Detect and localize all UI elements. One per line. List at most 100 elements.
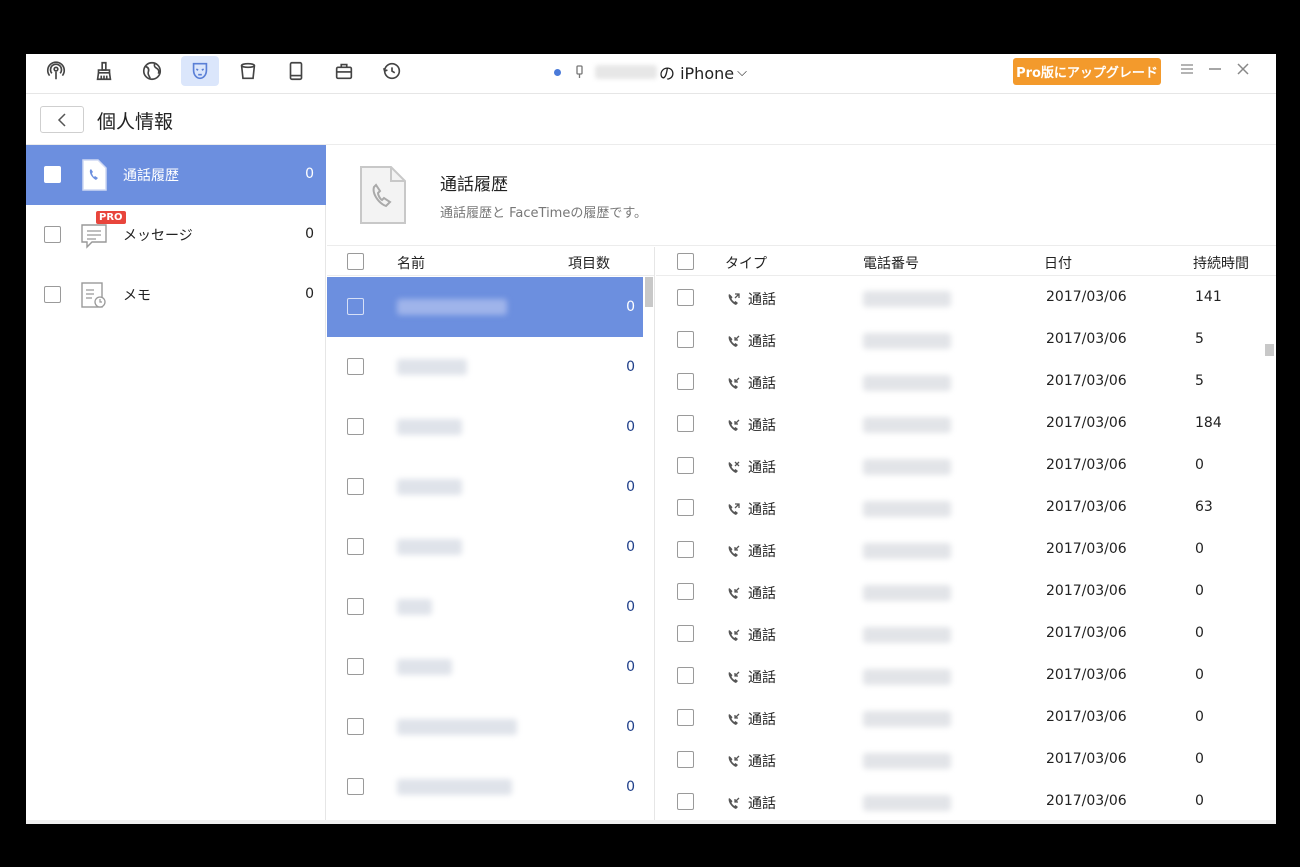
sidebar-item-label: メモ [123, 288, 151, 304]
contact-row[interactable]: 0 [327, 637, 643, 697]
checkbox[interactable] [44, 166, 61, 183]
call-duration: 0 [1195, 751, 1204, 767]
globe-icon[interactable] [133, 56, 171, 86]
checkbox[interactable] [347, 478, 364, 495]
contact-row[interactable]: 0 [327, 457, 643, 517]
contact-row[interactable]: 0 [327, 337, 643, 397]
checkbox[interactable] [677, 289, 694, 306]
checkbox[interactable] [347, 718, 364, 735]
checkbox[interactable] [347, 658, 364, 675]
column-header-date[interactable]: 日付 [1044, 253, 1072, 273]
call-row[interactable]: 通話 2017/03/06 0 [656, 781, 1266, 823]
call-duration: 5 [1195, 373, 1204, 389]
call-duration: 63 [1195, 499, 1213, 515]
call-row[interactable]: 通話 2017/03/06 141 [656, 277, 1266, 319]
checkbox[interactable] [677, 499, 694, 516]
checkbox[interactable] [677, 793, 694, 810]
contact-list-header: 名前 項目数 [327, 247, 654, 276]
scrollbar[interactable] [1265, 344, 1274, 356]
call-type: 通話 [726, 625, 776, 645]
checkbox[interactable] [677, 709, 694, 726]
contact-row[interactable]: 0 [327, 397, 643, 457]
page-title: 個人情報 [97, 111, 174, 133]
window-bottom-edge [26, 820, 1276, 824]
history-icon[interactable] [373, 56, 411, 86]
contact-row[interactable]: 0 [327, 577, 643, 637]
privacy-mask-icon[interactable] [181, 56, 219, 86]
call-duration: 0 [1195, 583, 1204, 599]
checkbox[interactable] [677, 667, 694, 684]
phone-number-redacted [863, 585, 951, 601]
scrollbar[interactable] [645, 277, 653, 307]
checkbox[interactable] [677, 457, 694, 474]
call-row[interactable]: 通話 2017/03/06 5 [656, 319, 1266, 361]
contact-row[interactable]: 0 [327, 517, 643, 577]
call-row[interactable]: 通話 2017/03/06 0 [656, 529, 1266, 571]
call-row[interactable]: 通話 2017/03/06 0 [656, 739, 1266, 781]
incoming-call-icon [728, 335, 740, 347]
call-row[interactable]: 通話 2017/03/06 0 [656, 613, 1266, 655]
call-type: 通話 [726, 541, 776, 561]
checkbox[interactable] [677, 331, 694, 348]
column-header-name[interactable]: 名前 [397, 253, 425, 273]
contact-item-count: 0 [626, 359, 635, 375]
menu-icon[interactable] [1176, 58, 1198, 80]
toolbox-icon[interactable] [325, 56, 363, 86]
book-icon[interactable] [277, 56, 315, 86]
contact-row[interactable]: 0 [327, 757, 643, 817]
checkbox[interactable] [677, 373, 694, 390]
call-type: 通話 [726, 709, 776, 729]
note-clock-icon [81, 282, 106, 308]
sidebar-item-notes[interactable]: メモ 0 [26, 265, 326, 325]
checkbox[interactable] [677, 751, 694, 768]
checkbox[interactable] [677, 625, 694, 642]
call-duration: 5 [1195, 331, 1204, 347]
call-row[interactable]: 通話 2017/03/06 0 [656, 697, 1266, 739]
call-row[interactable]: 通話 2017/03/06 0 [656, 655, 1266, 697]
call-date: 2017/03/06 [1046, 793, 1127, 809]
column-header-phone[interactable]: 電話番号 [863, 253, 919, 273]
podcast-icon[interactable] [37, 56, 75, 86]
sidebar-item-call-history[interactable]: 通話履歴 0 [26, 145, 326, 205]
checkbox[interactable] [677, 583, 694, 600]
checkbox[interactable] [347, 358, 364, 375]
broom-icon[interactable] [85, 56, 123, 86]
back-button[interactable] [40, 106, 84, 133]
column-header-count[interactable]: 項目数 [568, 253, 610, 273]
call-row[interactable]: 通話 2017/03/06 63 [656, 487, 1266, 529]
call-date: 2017/03/06 [1046, 415, 1127, 431]
bucket-icon[interactable] [229, 56, 267, 86]
call-row[interactable]: 通話 2017/03/06 184 [656, 403, 1266, 445]
sidebar-item-messages[interactable]: PRO メッセージ 0 [26, 205, 326, 265]
call-row[interactable]: 通話 2017/03/06 5 [656, 361, 1266, 403]
checkbox[interactable] [44, 286, 61, 303]
checkbox[interactable] [347, 538, 364, 555]
contact-row[interactable]: 0 [327, 697, 643, 757]
phone-number-redacted [863, 669, 951, 685]
minimize-icon[interactable] [1204, 58, 1226, 80]
call-row[interactable]: 通話 2017/03/06 0 [656, 445, 1266, 487]
checkbox[interactable] [677, 541, 694, 558]
call-type: 通話 [726, 415, 776, 435]
select-all-checkbox[interactable] [347, 253, 364, 270]
sidebar-item-count: 0 [305, 286, 314, 302]
close-icon[interactable] [1232, 58, 1254, 80]
call-row[interactable]: 通話 2017/03/06 0 [656, 571, 1266, 613]
checkbox[interactable] [347, 298, 364, 315]
column-header-type[interactable]: タイプ [725, 253, 767, 273]
checkbox[interactable] [677, 415, 694, 432]
call-date: 2017/03/06 [1046, 667, 1127, 683]
device-selector[interactable]: の iPhone ⌵ [554, 61, 747, 83]
incoming-call-icon [728, 419, 740, 431]
missed-call-icon [728, 461, 740, 473]
phone-number-redacted [863, 417, 951, 433]
checkbox[interactable] [347, 778, 364, 795]
contact-row[interactable]: 0 [327, 277, 643, 337]
upgrade-pro-button[interactable]: Pro版にアップグレード [1013, 58, 1161, 85]
select-all-checkbox[interactable] [677, 253, 694, 270]
checkbox[interactable] [347, 418, 364, 435]
column-header-duration[interactable]: 持続時間 [1193, 253, 1249, 273]
checkbox[interactable] [347, 598, 364, 615]
checkbox[interactable] [44, 226, 61, 243]
call-date: 2017/03/06 [1046, 709, 1127, 725]
